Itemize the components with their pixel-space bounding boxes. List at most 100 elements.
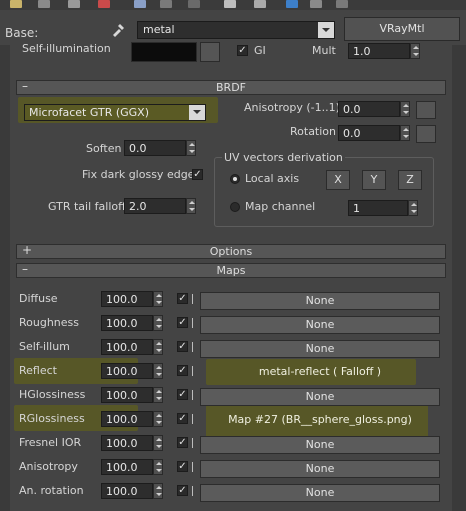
gtr-tail-falloff-spinner[interactable]: [186, 198, 196, 214]
map-enable-checkbox[interactable]: ✓: [177, 365, 188, 376]
self-illum-label: Self-illumination: [22, 42, 111, 55]
map-enable-edge: [192, 438, 197, 448]
map-enable-checkbox[interactable]: ✓: [177, 293, 188, 304]
map-amount-spinner[interactable]: [153, 483, 163, 499]
soften-label: Soften: [86, 142, 122, 155]
map-slot-label: Reflect: [19, 364, 57, 377]
axis-z-button[interactable]: Z: [398, 170, 422, 190]
maps-rollout-header[interactable]: – Maps: [16, 263, 446, 278]
copy-material-icon[interactable]: [134, 0, 146, 8]
material-id-icon[interactable]: [224, 0, 236, 8]
rotation-spinner[interactable]: [400, 125, 410, 141]
soften-spinner[interactable]: [186, 140, 196, 156]
self-illum-map-button[interactable]: [200, 42, 220, 62]
map-amount-input[interactable]: 100.0: [101, 459, 153, 475]
map-amount-spinner[interactable]: [153, 459, 163, 475]
put-to-library-icon[interactable]: [188, 0, 200, 8]
map-enable-checkbox[interactable]: ✓: [177, 437, 188, 448]
map-channel-spinner[interactable]: [408, 200, 418, 216]
map-slot-label: Diffuse: [19, 292, 58, 305]
map-amount-spinner[interactable]: [153, 363, 163, 379]
self-illum-color-swatch[interactable]: [131, 42, 197, 62]
brdf-rollout-header[interactable]: – BRDF: [16, 80, 446, 95]
map-enable-checkbox[interactable]: ✓: [177, 317, 188, 328]
map-amount-input[interactable]: 100.0: [101, 315, 153, 331]
map-enable-checkbox[interactable]: ✓: [177, 485, 188, 496]
map-slot-button[interactable]: None: [200, 316, 440, 334]
gtr-tail-falloff-label: GTR tail falloff: [48, 200, 126, 213]
reset-map-icon[interactable]: [98, 0, 110, 8]
local-axis-label: Local axis: [245, 172, 300, 185]
show-map-icon[interactable]: [254, 0, 266, 8]
put-to-scene-icon[interactable]: [38, 0, 50, 8]
map-enable-checkbox[interactable]: ✓: [177, 461, 188, 472]
go-forward-sibling-icon[interactable]: [336, 0, 348, 8]
map-slot-button[interactable]: None: [200, 460, 440, 478]
make-unique-icon[interactable]: [160, 0, 172, 8]
map-amount-input[interactable]: 100.0: [101, 339, 153, 355]
mult-spinner[interactable]: [410, 43, 420, 59]
material-type-button[interactable]: VRayMtl: [344, 17, 460, 41]
map-slot-button[interactable]: None: [200, 484, 440, 502]
map-amount-spinner[interactable]: [153, 387, 163, 403]
map-amount-input[interactable]: 100.0: [101, 435, 153, 451]
rotation-label: Rotation: [290, 125, 337, 138]
panel-left-border: [0, 45, 10, 511]
map-slot-button[interactable]: None: [200, 292, 440, 310]
local-axis-radio[interactable]: [230, 174, 240, 184]
map-slot-button[interactable]: None: [200, 340, 440, 358]
map-amount-input[interactable]: 100.0: [101, 291, 153, 307]
map-slot-label: Roughness: [19, 316, 80, 329]
gi-checkbox[interactable]: ✓: [237, 45, 248, 56]
map-enable-edge: [192, 462, 197, 472]
uv-derivation-group: [214, 157, 434, 227]
options-rollout-header[interactable]: + Options: [16, 244, 446, 259]
base-label: Base:: [5, 26, 39, 40]
soften-input[interactable]: 0.0: [124, 140, 186, 156]
map-slot-button[interactable]: None: [200, 436, 440, 454]
map-amount-spinner[interactable]: [153, 435, 163, 451]
map-amount-spinner[interactable]: [153, 411, 163, 427]
map-slot-button[interactable]: metal-reflect ( Falloff ): [200, 364, 440, 382]
show-end-result-icon[interactable]: [286, 0, 298, 8]
go-to-parent-icon[interactable]: [310, 0, 322, 8]
anisotropy-input[interactable]: 0.0: [338, 101, 400, 117]
map-slot-label: An. rotation: [19, 484, 84, 497]
map-amount-spinner[interactable]: [153, 291, 163, 307]
rotation-map-button[interactable]: [416, 125, 436, 143]
anisotropy-spinner[interactable]: [400, 101, 410, 117]
material-name-text: metal: [143, 23, 175, 36]
axis-y-button[interactable]: Y: [362, 170, 386, 190]
map-amount-input[interactable]: 100.0: [101, 363, 153, 379]
fix-dark-glossy-checkbox[interactable]: ✓: [192, 169, 203, 180]
scrollbar-track[interactable]: [452, 45, 466, 511]
map-channel-radio[interactable]: [230, 202, 240, 212]
mult-input[interactable]: 1.0: [348, 43, 410, 59]
map-slot-button[interactable]: None: [200, 388, 440, 406]
rotation-input[interactable]: 0.0: [338, 125, 400, 141]
brdf-type-dropdown[interactable]: Microfacet GTR (GGX): [24, 104, 206, 121]
material-name-field[interactable]: metal: [137, 21, 335, 39]
map-amount-spinner[interactable]: [153, 315, 163, 331]
map-enable-edge: [192, 390, 197, 400]
anisotropy-map-button[interactable]: [416, 101, 436, 119]
mult-label: Mult: [312, 44, 336, 57]
gi-label: GI: [254, 44, 266, 57]
map-amount-input[interactable]: 100.0: [101, 411, 153, 427]
get-material-icon[interactable]: [10, 0, 22, 8]
pick-material-eyedropper-icon[interactable]: [110, 20, 128, 38]
map-enable-checkbox[interactable]: ✓: [177, 341, 188, 352]
gtr-tail-falloff-input[interactable]: 2.0: [124, 198, 186, 214]
map-channel-input[interactable]: 1: [348, 200, 408, 216]
map-enable-checkbox[interactable]: ✓: [177, 413, 188, 424]
map-slot-button[interactable]: Map #27 (BR__sphere_gloss.png): [200, 412, 440, 430]
map-amount-input[interactable]: 100.0: [101, 483, 153, 499]
chevron-down-icon[interactable]: [189, 105, 205, 120]
map-enable-checkbox[interactable]: ✓: [177, 389, 188, 400]
map-amount-input[interactable]: 100.0: [101, 387, 153, 403]
assign-material-icon[interactable]: [68, 0, 80, 8]
map-slot-label: Fresnel IOR: [19, 436, 82, 449]
axis-x-button[interactable]: X: [326, 170, 350, 190]
chevron-down-icon[interactable]: [318, 22, 334, 38]
map-amount-spinner[interactable]: [153, 339, 163, 355]
